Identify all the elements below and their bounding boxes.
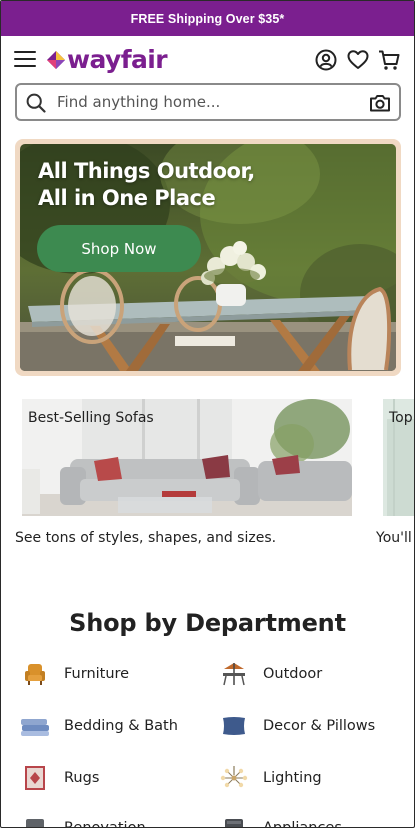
dept-item-lighting[interactable]: Lighting: [219, 763, 322, 793]
dept-label: Bedding & Bath: [64, 718, 178, 734]
search-input[interactable]: [57, 91, 357, 113]
appliance-icon: [219, 815, 249, 827]
dept-item-appliances[interactable]: Appliances: [219, 813, 342, 828]
logo[interactable]: wayfair: [47, 45, 168, 74]
search-bar: [15, 83, 401, 121]
account-icon[interactable]: [314, 48, 338, 72]
dept-label: Lighting: [263, 770, 322, 786]
dept-label: Decor & Pillows: [263, 718, 376, 734]
card-image-next: Top: [383, 399, 414, 516]
card-image-sofas: Best-Selling Sofas: [22, 399, 352, 516]
card-title: Top: [389, 410, 413, 426]
heart-icon[interactable]: [346, 48, 370, 72]
promo-banner[interactable]: FREE Shipping Over $35*: [1, 1, 414, 36]
card-title: Best-Selling Sofas: [28, 410, 154, 426]
card-description: See tons of styles, shapes, and sizes.: [15, 530, 277, 546]
menu-icon[interactable]: [14, 51, 36, 69]
hero-banner[interactable]: All Things Outdoor, All in One Place Sho…: [15, 139, 401, 376]
dept-item-renovation[interactable]: Renovation: [20, 813, 146, 828]
dept-item-furniture[interactable]: Furniture: [20, 659, 129, 689]
carousel-card[interactable]: Top You'll: [376, 399, 414, 559]
hero-image: All Things Outdoor, All in One Place Sho…: [20, 144, 396, 371]
dept-label: Renovation: [64, 820, 146, 828]
towels-icon: [20, 713, 50, 739]
patio-table-icon: [219, 661, 249, 687]
camera-icon[interactable]: [369, 93, 391, 113]
dept-label: Rugs: [64, 770, 100, 786]
hero-title: All Things Outdoor, All in One Place: [38, 159, 255, 210]
section-title: Shop by Department: [69, 609, 346, 637]
promo-text: FREE Shipping Over $35*: [130, 11, 285, 26]
dept-label: Outdoor: [263, 666, 323, 682]
dept-item-bedding-bath[interactable]: Bedding & Bath: [20, 711, 178, 741]
dept-label: Furniture: [64, 666, 130, 682]
shop-now-button[interactable]: Shop Now: [37, 225, 201, 272]
dept-item-outdoor[interactable]: Outdoor: [219, 659, 322, 689]
armchair-icon: [20, 661, 50, 687]
carousel-card[interactable]: Best-Selling Sofas See tons of styles, s…: [1, 399, 361, 559]
app-frame: FREE Shipping Over $35* wayfair Find any…: [0, 0, 415, 828]
chandelier-icon: [219, 765, 249, 791]
card-description: You'll: [376, 530, 412, 546]
dept-item-decor-pillows[interactable]: Decor & Pillows: [219, 711, 375, 741]
rug-icon: [20, 765, 50, 791]
pillow-icon: [219, 713, 249, 739]
header: wayfair: [1, 36, 414, 82]
dept-label: Appliances: [263, 820, 342, 828]
cart-icon[interactable]: [377, 48, 401, 72]
renovation-icon: [20, 815, 50, 827]
logo-mark-icon: [47, 51, 65, 69]
search-icon[interactable]: [26, 93, 46, 113]
promo-carousel: Best-Selling Sofas See tons of styles, s…: [1, 399, 414, 559]
dept-item-rugs[interactable]: Rugs: [20, 763, 99, 793]
logo-text: wayfair: [67, 45, 168, 74]
